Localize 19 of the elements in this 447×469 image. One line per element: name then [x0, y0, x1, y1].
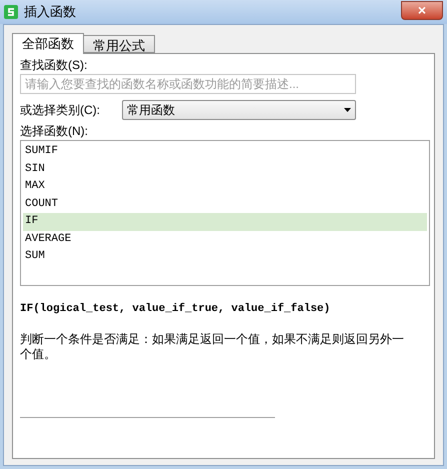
tab[interactable]: 常用公式	[84, 35, 155, 53]
category-dropdown[interactable]: 常用函数	[122, 100, 356, 120]
function-item[interactable]: SUM	[23, 248, 427, 266]
dropdown-arrow-icon	[344, 108, 351, 112]
function-syntax: IF(logical_test, value_if_true, value_if_false)	[20, 302, 332, 317]
function-item[interactable]: COUNT	[23, 196, 427, 213]
function-item[interactable]: MAX	[23, 178, 427, 196]
tab[interactable]: 全部函数	[12, 33, 84, 54]
app-logo-icon	[4, 5, 18, 19]
function-list-label: 选择函数(N):	[20, 123, 89, 140]
function-item[interactable]: IF	[23, 213, 427, 230]
function-item[interactable]: SIN	[23, 160, 427, 178]
category-label: 或选择类别(C):	[20, 102, 101, 119]
function-item[interactable]: SUMIF	[23, 143, 427, 160]
function-description: 判断一个条件是否满足：如果满足返回一个值，如果不满足则返回另外一个值。	[20, 332, 405, 362]
search-label: 查找函数(S):	[20, 57, 88, 74]
window-title: 插入函数	[24, 3, 77, 22]
function-item[interactable]: AVERAGE	[23, 230, 427, 248]
search-field[interactable]: 请输入您要查找的函数名称或函数功能的简要描述...	[20, 74, 356, 94]
